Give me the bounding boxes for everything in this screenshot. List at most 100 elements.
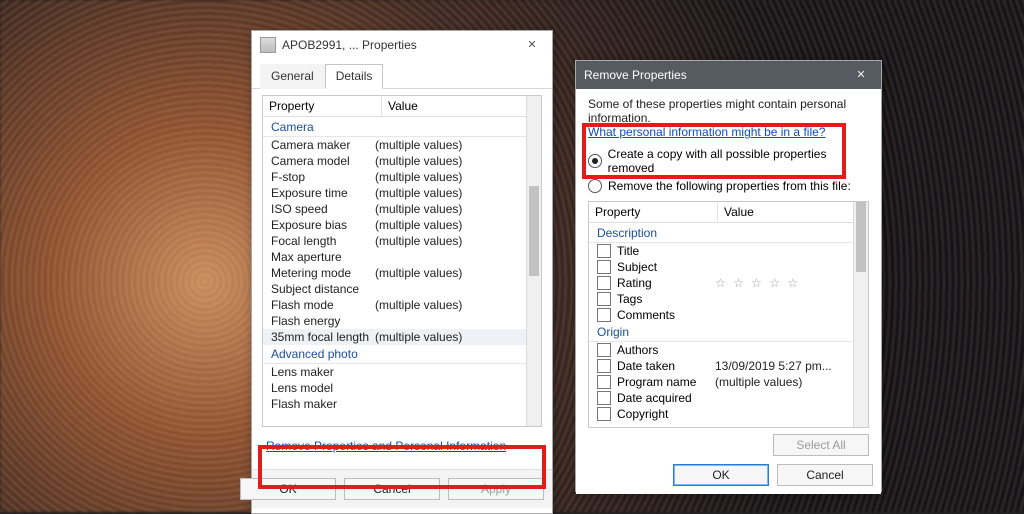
info-line: Some of these properties might contain p… xyxy=(588,97,846,125)
prop-name: Lens maker xyxy=(271,365,375,379)
radio-label: Create a copy with all possible properti… xyxy=(608,147,869,175)
table-row[interactable]: Exposure time(multiple values) xyxy=(263,185,527,201)
prop-name: Exposure bias xyxy=(271,218,375,232)
group-description: Description xyxy=(589,224,854,243)
col-property[interactable]: Property xyxy=(589,202,718,222)
prop-name: Metering mode xyxy=(271,266,375,280)
prop-name: Comments xyxy=(617,308,715,322)
checkbox[interactable] xyxy=(597,308,611,322)
close-icon[interactable] xyxy=(520,35,544,55)
check-row[interactable]: Rating☆ ☆ ☆ ☆ ☆ xyxy=(589,275,854,291)
table-row[interactable]: Flash maker xyxy=(263,396,527,412)
table-row[interactable]: Flash mode(multiple values) xyxy=(263,297,527,313)
scrollbar[interactable] xyxy=(853,202,868,427)
prop-value: (multiple values) xyxy=(715,375,854,389)
prop-value: (multiple values) xyxy=(375,266,527,280)
titlebar[interactable]: Remove Properties xyxy=(576,61,881,89)
col-value[interactable]: Value xyxy=(718,202,868,222)
prop-name: Date taken xyxy=(617,359,715,373)
window-title: Remove Properties xyxy=(584,68,687,82)
table-row[interactable]: ISO speed(multiple values) xyxy=(263,201,527,217)
prop-name: Tags xyxy=(617,292,715,306)
check-row[interactable]: Copyright xyxy=(589,406,854,422)
prop-value: (multiple values) xyxy=(375,330,527,344)
group-camera: Camera xyxy=(263,118,527,137)
radio-icon xyxy=(588,154,602,168)
prop-name: Authors xyxy=(617,343,715,357)
close-icon[interactable] xyxy=(849,65,873,85)
checkbox[interactable] xyxy=(597,244,611,258)
radio-group: Create a copy with all possible properti… xyxy=(576,143,881,201)
radio-remove-following[interactable]: Remove the following properties from thi… xyxy=(588,177,869,195)
table-row[interactable]: 35mm focal length(multiple values) xyxy=(263,329,527,345)
check-row[interactable]: Date taken13/09/2019 5:27 pm... xyxy=(589,358,854,374)
prop-name: Rating xyxy=(617,276,715,290)
info-link[interactable]: What personal information might be in a … xyxy=(588,125,825,139)
check-row[interactable]: Authors xyxy=(589,342,854,358)
checkbox[interactable] xyxy=(597,375,611,389)
col-value[interactable]: Value xyxy=(382,96,541,116)
scrollbar[interactable] xyxy=(526,96,541,426)
prop-name: Lens model xyxy=(271,381,375,395)
check-row[interactable]: Tags xyxy=(589,291,854,307)
table-row[interactable]: Subject distance xyxy=(263,281,527,297)
table-row[interactable]: Lens maker xyxy=(263,364,527,380)
checkbox[interactable] xyxy=(597,260,611,274)
prop-name: ISO speed xyxy=(271,202,375,216)
prop-name: Exposure time xyxy=(271,186,375,200)
dialog-buttons: OK Cancel Apply xyxy=(252,469,552,508)
ok-button[interactable]: OK xyxy=(673,464,769,486)
scroll-thumb[interactable] xyxy=(529,186,539,276)
prop-name: Flash maker xyxy=(271,397,375,411)
cancel-button[interactable]: Cancel xyxy=(777,464,873,486)
prop-name: Date acquired xyxy=(617,391,715,405)
radio-create-copy[interactable]: Create a copy with all possible properti… xyxy=(588,145,869,177)
tab-details[interactable]: Details xyxy=(325,64,384,89)
table-row[interactable]: Camera model(multiple values) xyxy=(263,153,527,169)
info-text: Some of these properties might contain p… xyxy=(576,89,881,143)
prop-value xyxy=(375,282,527,296)
prop-value: (multiple values) xyxy=(375,186,527,200)
table-row[interactable]: F-stop(multiple values) xyxy=(263,169,527,185)
tab-strip: General Details xyxy=(252,59,552,89)
table-row[interactable]: Focal length(multiple values) xyxy=(263,233,527,249)
check-row[interactable]: Date acquired xyxy=(589,390,854,406)
checkbox[interactable] xyxy=(597,276,611,290)
cancel-button[interactable]: Cancel xyxy=(344,478,440,500)
scroll-thumb[interactable] xyxy=(856,202,866,272)
radio-label: Remove the following properties from thi… xyxy=(608,179,851,193)
list-header: Property Value xyxy=(263,96,541,117)
table-row[interactable]: Max aperture xyxy=(263,249,527,265)
col-property[interactable]: Property xyxy=(263,96,382,116)
prop-value: ☆ ☆ ☆ ☆ ☆ xyxy=(715,276,854,290)
select-all-button[interactable]: Select All xyxy=(773,434,869,456)
property-check-list: Property Value DescriptionTitleSubjectRa… xyxy=(588,201,869,428)
prop-name: Camera model xyxy=(271,154,375,168)
properties-dialog: APOB2991, ... Properties General Details… xyxy=(251,30,553,514)
tab-general[interactable]: General xyxy=(260,64,325,89)
table-row[interactable]: Lens model xyxy=(263,380,527,396)
check-row[interactable]: Comments xyxy=(589,307,854,323)
prop-value: (multiple values) xyxy=(375,154,527,168)
apply-button[interactable]: Apply xyxy=(448,478,544,500)
check-row[interactable]: Program name(multiple values) xyxy=(589,374,854,390)
check-row[interactable]: Subject xyxy=(589,259,854,275)
prop-name: Camera maker xyxy=(271,138,375,152)
table-row[interactable]: Flash energy xyxy=(263,313,527,329)
prop-value: (multiple values) xyxy=(375,298,527,312)
table-row[interactable]: Exposure bias(multiple values) xyxy=(263,217,527,233)
group-origin: Origin xyxy=(589,323,854,342)
checkbox[interactable] xyxy=(597,391,611,405)
property-list: Property Value CameraCamera maker(multip… xyxy=(262,95,542,427)
remove-properties-link[interactable]: Remove Properties and Personal Informati… xyxy=(266,439,506,453)
checkbox[interactable] xyxy=(597,343,611,357)
check-row[interactable]: Title xyxy=(589,243,854,259)
checkbox[interactable] xyxy=(597,292,611,306)
ok-button[interactable]: OK xyxy=(240,478,336,500)
table-row[interactable]: Metering mode(multiple values) xyxy=(263,265,527,281)
titlebar[interactable]: APOB2991, ... Properties xyxy=(252,31,552,59)
checkbox[interactable] xyxy=(597,407,611,421)
prop-name: Copyright xyxy=(617,407,715,421)
table-row[interactable]: Camera maker(multiple values) xyxy=(263,137,527,153)
checkbox[interactable] xyxy=(597,359,611,373)
